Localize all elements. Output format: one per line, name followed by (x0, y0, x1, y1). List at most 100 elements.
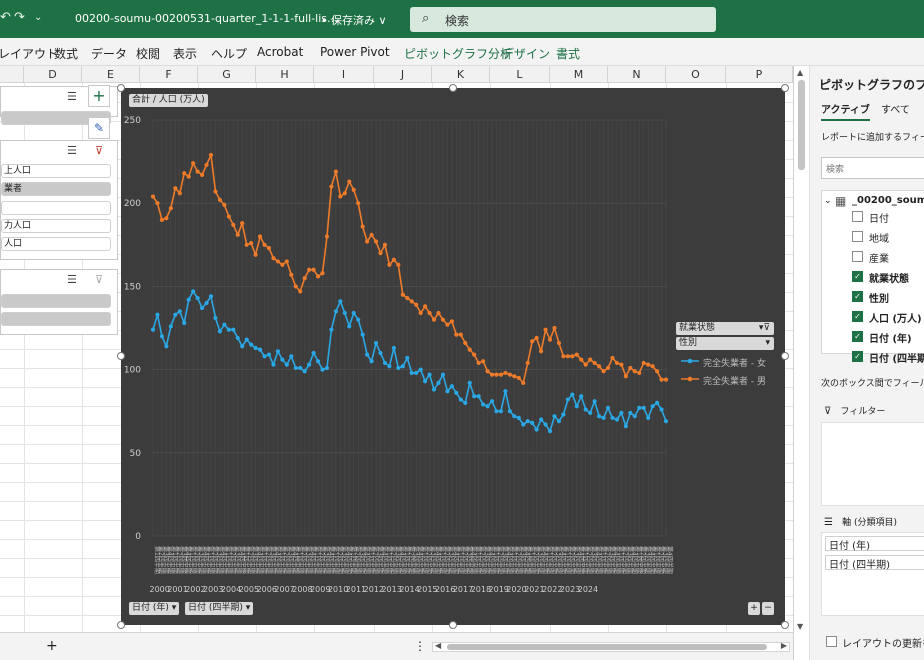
tab-power-pivot[interactable]: Power Pivot (320, 45, 390, 59)
column-header[interactable]: N (608, 66, 666, 83)
field-label[interactable]: 日付 (四半期) (869, 350, 924, 365)
scroll-left-icon[interactable]: ◀ (435, 641, 441, 650)
clear-filter-icon[interactable]: ⊽ (95, 144, 103, 157)
field-label[interactable]: 日付 (869, 210, 889, 225)
clear-filter-icon[interactable]: ⊽ (95, 273, 103, 286)
column-header[interactable]: F (140, 66, 198, 83)
axis-drop-area[interactable]: 日付 (年) 日付 (四半期) (821, 532, 924, 616)
slicer-item[interactable]: 上人口 (1, 164, 111, 178)
field-label[interactable]: 就業状態 (869, 270, 909, 285)
quick-access-dropdown-icon[interactable]: ⌄ (34, 12, 42, 23)
field-label[interactable]: 人口 (万人) (869, 310, 922, 325)
tab-data[interactable]: データ (91, 45, 127, 62)
expand-field-button[interactable]: + (748, 602, 760, 615)
resize-handle[interactable] (781, 352, 789, 360)
resize-handle[interactable] (117, 84, 125, 92)
data-point (440, 317, 446, 322)
tab-formulas[interactable]: 数式 (54, 45, 78, 62)
field-label[interactable]: 地域 (869, 230, 889, 245)
resize-handle[interactable] (117, 621, 125, 629)
multi-select-icon[interactable]: ☰ (67, 144, 77, 157)
scroll-up-icon[interactable]: ▲ (797, 68, 803, 77)
scroll-thumb[interactable] (447, 644, 767, 650)
column-header[interactable]: K (432, 66, 490, 83)
resize-handle[interactable] (449, 84, 457, 92)
field-checkbox[interactable]: ✓ (852, 291, 863, 302)
field-search-input[interactable]: 検索 (821, 157, 924, 179)
tab-view[interactable]: 表示 (173, 45, 197, 62)
column-header[interactable]: O (666, 66, 726, 83)
legend-field-button-status[interactable]: 就業状態 ▾⊽ (676, 322, 774, 335)
field-checkbox[interactable]: ✓ (852, 331, 863, 342)
field-checkbox[interactable]: ✓ (852, 271, 863, 282)
slicer-2[interactable]: ☰ ⊽ 上人口 業者 力人口 人口 (0, 140, 118, 260)
data-point (494, 409, 499, 414)
tab-format[interactable]: 書式 (556, 45, 580, 62)
axis-field-button-year[interactable]: 日付 (年) ▾ (129, 602, 180, 615)
slicer-item[interactable] (1, 201, 111, 215)
resize-handle[interactable] (781, 621, 789, 629)
multi-select-icon[interactable]: ☰ (67, 273, 77, 286)
tab-pivotchart-analyze[interactable]: ピボットグラフ分析 (404, 45, 512, 62)
slicer-item[interactable]: 力人口 (1, 219, 111, 233)
column-header[interactable]: J (374, 66, 432, 83)
tab-active[interactable]: アクティブ (821, 101, 870, 121)
field-checkbox[interactable]: ✓ (852, 351, 863, 362)
save-state[interactable]: • 保存済み ∨ (321, 12, 387, 28)
column-header[interactable]: L (490, 66, 550, 83)
add-sheet-button[interactable]: + (46, 638, 58, 654)
redo-icon[interactable]: ↷ (14, 10, 25, 25)
collapse-field-button[interactable]: − (762, 602, 774, 615)
chart-legend[interactable]: 完全失業者 - 女 完全失業者 - 男 (681, 354, 781, 390)
field-label[interactable]: 日付 (年) (869, 330, 912, 345)
data-point (623, 424, 628, 429)
field-label[interactable]: 産業 (869, 250, 889, 265)
column-header[interactable]: E (82, 66, 140, 83)
horizontal-scrollbar[interactable]: ◀ ▶ (432, 641, 790, 652)
tab-design[interactable]: デザイン (502, 45, 550, 62)
tab-review[interactable]: 校閲 (136, 45, 160, 62)
slicer-item[interactable] (1, 312, 111, 326)
brush-icon[interactable]: ✎ (88, 117, 110, 139)
field-label[interactable]: 性別 (869, 290, 889, 305)
resize-handle[interactable] (449, 621, 457, 629)
scroll-down-icon[interactable]: ▼ (797, 622, 803, 631)
column-header[interactable]: H (256, 66, 314, 83)
field-checkbox[interactable]: ✓ (852, 311, 863, 322)
add-icon[interactable]: + (88, 85, 110, 107)
column-header[interactable]: I (314, 66, 374, 83)
collapse-icon[interactable]: ⌄ (824, 196, 832, 206)
tab-help[interactable]: ヘルプ (211, 45, 247, 62)
search-box[interactable]: ⌕ 検索 (410, 7, 716, 32)
resize-handle[interactable] (781, 84, 789, 92)
scroll-right-icon[interactable]: ▶ (781, 641, 787, 650)
filter-drop-area[interactable] (821, 422, 924, 506)
pivot-chart[interactable]: 合計 / 人口 (万人) 0 50 100 150 200 250 第1四半期 第2四半期第… (121, 88, 785, 625)
tab-layout[interactable]: レイアウト (0, 45, 58, 62)
defer-update-checkbox[interactable] (826, 636, 837, 647)
column-header[interactable]: D (24, 66, 82, 83)
field-checkbox[interactable] (852, 251, 863, 262)
slicer-item[interactable]: 人口 (1, 237, 111, 251)
multi-select-icon[interactable]: ☰ (67, 90, 77, 103)
column-header[interactable]: P (726, 66, 793, 83)
axis-field-item[interactable]: 日付 (年) (825, 536, 924, 552)
document-title[interactable]: 00200-soumu-00200531-quarter_1-1-1-full-… (75, 12, 338, 25)
more-options-icon[interactable]: ⋮ (414, 639, 426, 653)
pane-scrollbar[interactable]: ▲ ▼ (794, 66, 810, 660)
tab-acrobat[interactable]: Acrobat (257, 45, 303, 59)
undo-icon[interactable]: ↶ (0, 10, 11, 25)
field-checkbox[interactable] (852, 211, 863, 222)
axis-field-button-quarter[interactable]: 日付 (四半期) ▾ (185, 602, 254, 615)
column-header[interactable]: M (550, 66, 608, 83)
tab-all[interactable]: すべて (881, 101, 910, 116)
slicer-item[interactable] (1, 294, 111, 308)
axis-field-item[interactable]: 日付 (四半期) (825, 555, 924, 571)
legend-field-button-gender[interactable]: 性別 ▾ (676, 337, 774, 350)
slicer-item[interactable]: 業者 (1, 182, 111, 196)
scroll-thumb[interactable] (798, 80, 805, 170)
column-header[interactable]: G (198, 66, 256, 83)
slicer-3[interactable]: ☰ ⊽ (0, 269, 118, 335)
resize-handle[interactable] (117, 352, 125, 360)
field-checkbox[interactable] (852, 231, 863, 242)
